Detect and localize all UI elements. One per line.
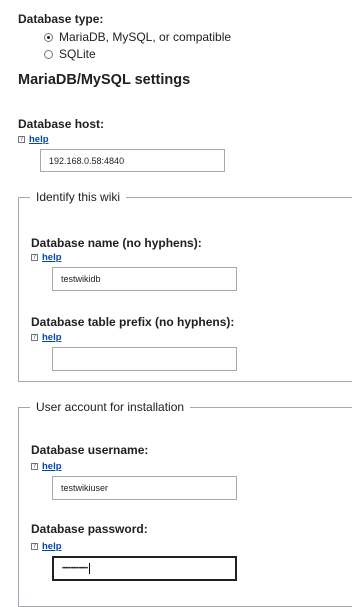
radio-button-mariadb[interactable] [44, 32, 53, 42]
help-link[interactable]: help [29, 134, 49, 145]
settings-title: MariaDB/MySQL settings [18, 72, 191, 88]
database-host-input[interactable]: 192.168.0.58:4840 [40, 149, 225, 172]
help-icon: ? [31, 463, 38, 470]
radio-button-sqlite[interactable] [44, 49, 53, 59]
text-caret [88, 563, 90, 574]
radio-label-sqlite[interactable]: SQLite [59, 47, 96, 61]
help-link[interactable]: help [42, 541, 62, 552]
database-username-label: Database username: [31, 443, 149, 457]
radio-option-mariadb[interactable]: MariaDB, MySQL, or compatible [44, 30, 231, 44]
database-type-label: Database type: [18, 12, 104, 26]
help-icon: ? [18, 136, 25, 143]
identify-wiki-legend: Identify this wiki [30, 190, 127, 204]
help-link[interactable]: help [42, 332, 62, 343]
table-prefix-label: Database table prefix (no hyphens): [31, 315, 235, 329]
table-prefix-help[interactable]: ? help [31, 332, 62, 343]
password-mask: •••••••••••••••• [62, 565, 88, 572]
radio-option-sqlite[interactable]: SQLite [44, 47, 96, 61]
database-name-input[interactable]: testwikidb [52, 267, 237, 291]
radio-label-mariadb[interactable]: MariaDB, MySQL, or compatible [59, 30, 231, 44]
help-icon: ? [31, 543, 38, 550]
help-link[interactable]: help [42, 461, 62, 472]
database-password-label: Database password: [31, 522, 148, 536]
help-icon: ? [31, 254, 38, 261]
host-help[interactable]: ? help [18, 134, 49, 145]
help-icon: ? [31, 334, 38, 341]
database-username-input[interactable]: testwikiuser [52, 476, 237, 500]
database-name-label: Database name (no hyphens): [31, 236, 202, 250]
database-host-label: Database host: [18, 117, 105, 131]
username-help[interactable]: ? help [31, 461, 62, 472]
password-help[interactable]: ? help [31, 541, 62, 552]
help-link[interactable]: help [42, 252, 62, 263]
table-prefix-input[interactable] [52, 347, 237, 371]
database-password-input[interactable]: •••••••••••••••• [52, 556, 237, 581]
user-account-legend: User account for installation [30, 400, 191, 414]
db-name-help[interactable]: ? help [31, 252, 62, 263]
